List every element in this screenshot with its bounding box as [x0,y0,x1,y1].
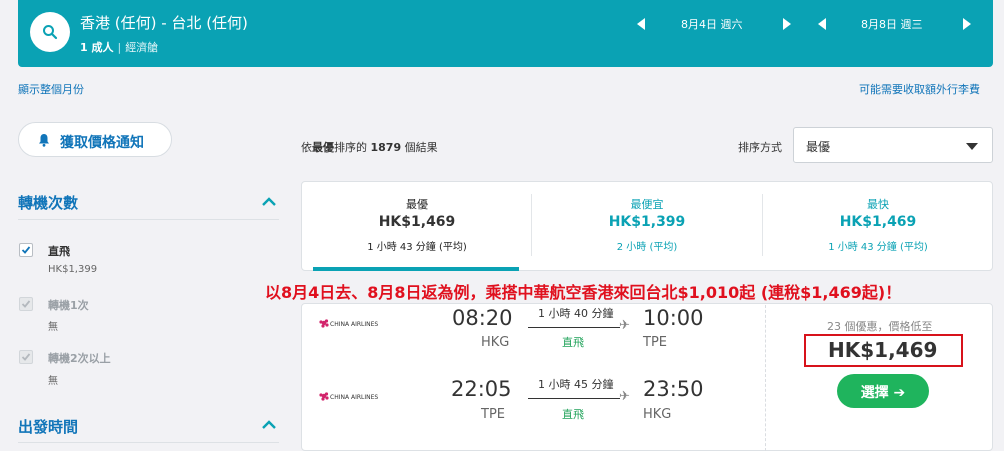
triangle-left-icon [637,18,645,30]
route-summary[interactable]: 香港 (任何) - 台北 (任何) [80,12,248,33]
outbound-stops: 直飛 [562,336,584,349]
inbound-origin: TPE [481,407,505,422]
route-line [528,327,620,328]
triangle-left-icon [818,18,826,30]
promo-annotation-text: 以8月4日去、8月8日返為例，乘搭中華航空香港來回台北$1,010起 (連稅$1… [265,283,902,302]
departure-time-filter-title[interactable]: 出發時間 [18,416,78,437]
outbound-origin: HKG [481,335,510,350]
check-icon [21,246,31,254]
tab-fastest[interactable]: 最快 HK$1,469 1 小時 43 分鐘 (平均) [763,182,993,270]
results-count-text: 依最優排序的 1879 個結果 [301,141,438,154]
flight-price: HK$1,469 [828,338,938,362]
inbound-arrive-time: 23:50 [643,377,704,401]
passengers-text: 1 成人 [80,41,114,54]
inbound-duration: 1 小時 45 分鐘 [538,378,614,391]
chevron-up-icon[interactable] [261,420,277,430]
search-button[interactable] [30,12,70,52]
baggage-fee-link[interactable]: 可能需要收取額外行李費 [859,81,980,97]
plum-blossom-icon: CHINA AIRLINES [319,392,378,401]
svg-text:CHINA AIRLINES: CHINA AIRLINES [330,321,378,328]
airline-logo: CHINA AIRLINES [318,387,380,407]
stops-option-label: 轉機1次 [48,299,89,312]
tab-cheapest[interactable]: 最便宜 HK$1,399 2 小時 (平均) [532,182,762,270]
triangle-right-icon [963,18,971,30]
stops-option-label: 直飛 [48,245,70,258]
sort-label: 排序方式 [738,141,782,154]
deals-count-text: 23 個優惠，價格低至 [827,320,933,333]
select-button[interactable]: 選擇 ➔ [837,374,929,408]
price-alert-button[interactable]: 獲取價格通知 [18,122,172,157]
cabin-text: 經濟艙 [125,41,159,54]
depart-prev-arrow[interactable] [635,17,647,31]
airplane-icon: ✈ [619,389,630,404]
traveler-summary[interactable]: 1 成人 | 經濟艙 [80,39,158,55]
search-icon [43,25,58,40]
active-tab-indicator [313,267,519,271]
select-button-label: 選擇 ➔ [860,385,906,401]
return-date[interactable]: 8月8日 週三 [861,16,923,32]
checkbox-direct[interactable] [19,243,33,257]
check-icon [21,353,31,361]
checkbox-one-stop[interactable] [19,297,33,311]
price-alert-label: 獲取價格通知 [60,135,144,151]
sort-tabs: 最優 HK$1,469 1 小時 43 分鐘 (平均) 最便宜 HK$1,399… [301,181,993,271]
tab-best[interactable]: 最優 HK$1,469 1 小時 43 分鐘 (平均) [302,182,532,270]
return-next-arrow[interactable] [961,17,973,31]
divider [18,442,279,443]
bell-icon [39,134,49,147]
inbound-stops: 直飛 [562,408,584,421]
plum-blossom-icon: CHINA AIRLINES [319,319,378,328]
route-line [528,398,620,399]
stops-option-price: 無 [48,322,58,333]
caret-down-icon [966,143,978,150]
triangle-right-icon [783,18,791,30]
check-icon [21,300,31,308]
chevron-up-icon[interactable] [261,197,277,207]
inbound-destination: HKG [643,407,672,422]
outbound-arrive-time: 10:00 [643,306,704,330]
search-header-bar: 香港 (任何) - 台北 (任何) 1 成人 | 經濟艙 8月4日 週六 8月8日 … [18,0,993,67]
outbound-depart-time: 08:20 [452,306,513,330]
divider [765,305,766,451]
depart-next-arrow[interactable] [781,17,793,31]
outbound-duration: 1 小時 40 分鐘 [538,307,614,320]
sort-select[interactable]: 最優 [793,127,993,163]
airplane-icon: ✈ [619,318,630,333]
stops-option-label: 轉機2次以上 [48,352,111,365]
sort-select-value: 最優 [806,140,831,154]
depart-date[interactable]: 8月4日 週六 [681,16,743,32]
inbound-depart-time: 22:05 [451,377,512,401]
return-prev-arrow[interactable] [816,17,828,31]
stops-option-price: 無 [48,376,58,387]
outbound-destination: TPE [643,335,667,350]
airline-logo: CHINA AIRLINES [318,314,380,334]
stops-option-price: HK$1,399 [48,264,98,275]
show-whole-month-link[interactable]: 顯示整個月份 [18,81,84,97]
checkbox-two-plus-stops[interactable] [19,350,33,364]
divider [18,219,279,220]
svg-text:CHINA AIRLINES: CHINA AIRLINES [330,394,378,401]
stops-filter-title[interactable]: 轉機次數 [18,192,78,213]
